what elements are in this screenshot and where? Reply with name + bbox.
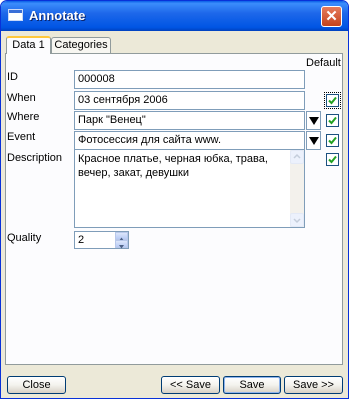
quality-spinner[interactable]: 2: [74, 231, 129, 249]
chevron-up-icon: [293, 153, 301, 159]
id-field[interactable]: 000008: [74, 70, 305, 89]
when-default-checkbox[interactable]: [324, 92, 341, 109]
close-button[interactable]: Close: [7, 376, 66, 394]
checkmark-icon: [328, 96, 337, 105]
tab-label: Categories: [54, 39, 108, 51]
when-field[interactable]: 03 сентября 2006: [74, 91, 305, 110]
event-default-checkbox[interactable]: [326, 134, 339, 147]
tab-data-1[interactable]: Data 1: [6, 36, 51, 54]
spinner-buttons: [115, 232, 128, 249]
quality-decrement-button[interactable]: [115, 240, 128, 249]
quality-label: Quality: [7, 232, 42, 244]
checkmark-icon: [328, 116, 337, 125]
description-scrollbar[interactable]: [290, 150, 304, 227]
where-default-checkbox[interactable]: [326, 114, 339, 127]
description-textarea[interactable]: Красное платье, черная юбка, трава, вече…: [74, 149, 305, 228]
default-column-label: Default: [306, 57, 341, 69]
chevron-down-icon: [293, 218, 301, 224]
description-text: Красное платье, черная юбка, трава, вече…: [78, 153, 268, 179]
where-field[interactable]: Парк "Венец": [74, 111, 305, 130]
description-label: Description: [7, 152, 63, 164]
save-next-button[interactable]: Save >>: [284, 376, 343, 394]
quality-value: 2: [78, 234, 85, 246]
where-dropdown-button[interactable]: [306, 111, 321, 130]
close-icon: ✕: [325, 8, 338, 25]
when-label: When: [7, 92, 36, 104]
checkmark-icon: [328, 136, 337, 145]
save-button[interactable]: Save: [223, 376, 281, 394]
quality-increment-button[interactable]: [115, 232, 128, 241]
tab-label: Data 1: [12, 39, 45, 51]
description-default-checkbox[interactable]: [326, 153, 339, 166]
id-label: ID: [7, 71, 18, 83]
checkmark-icon: [328, 155, 337, 164]
tab-categories[interactable]: Categories: [51, 37, 111, 53]
where-label: Where: [7, 111, 40, 123]
event-label: Event: [7, 131, 36, 143]
annotate-dialog: Annotate ✕ Data 1 Categories Default ID …: [0, 0, 349, 399]
arrow-down-icon: [119, 245, 124, 249]
window-title: Annotate: [29, 8, 86, 23]
event-dropdown-button[interactable]: [306, 131, 321, 150]
close-window-button[interactable]: ✕: [321, 6, 342, 27]
window-icon: [8, 9, 23, 21]
scroll-up-button[interactable]: [290, 150, 304, 164]
scroll-down-button[interactable]: [290, 213, 304, 227]
save-previous-button[interactable]: << Save: [161, 376, 220, 394]
title-bar[interactable]: Annotate ✕: [1, 1, 348, 31]
event-field[interactable]: Фотосессия для сайта www.: [74, 131, 305, 150]
